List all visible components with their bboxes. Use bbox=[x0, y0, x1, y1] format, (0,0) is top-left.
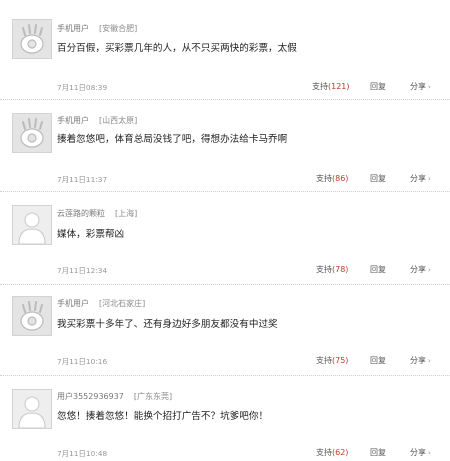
divider bbox=[0, 191, 450, 192]
chevron-right-icon: › bbox=[428, 266, 431, 274]
divider bbox=[0, 99, 450, 100]
username-link[interactable]: 手机用户 bbox=[57, 116, 89, 125]
comment-meta: 手机用户 [河北石家庄] bbox=[57, 298, 145, 309]
comment-actions: 支持(62) 回复 分享 › bbox=[0, 447, 450, 459]
reply-button[interactable]: 回复 bbox=[370, 447, 386, 458]
chevron-right-icon: › bbox=[428, 357, 431, 365]
support-count: (75) bbox=[332, 356, 349, 365]
support-button[interactable]: 支持(86) bbox=[316, 173, 348, 184]
support-label: 支持 bbox=[316, 265, 332, 274]
user-location: [安徽合肥] bbox=[99, 24, 138, 33]
support-button[interactable]: 支持(78) bbox=[316, 264, 348, 275]
flame-avatar-icon[interactable] bbox=[12, 113, 52, 153]
support-label: 支持 bbox=[316, 356, 332, 365]
share-label: 分享 bbox=[410, 174, 426, 183]
comment-text: 百分百假，买彩票几年的人，从不只买两快的彩票，太假 bbox=[57, 43, 297, 54]
share-button[interactable]: 分享 › bbox=[410, 447, 431, 458]
comment-actions: 支持(86) 回复 分享 › bbox=[0, 173, 450, 185]
share-label: 分享 bbox=[410, 356, 426, 365]
user-location: [广东东莞] bbox=[133, 392, 173, 401]
comment-meta: 云莲路的颗粒 [上海] bbox=[57, 208, 137, 219]
comment-text: 我买彩票十多年了、还有身边好多朋友都没有中过奖 bbox=[57, 319, 278, 330]
person-silhouette-icon[interactable] bbox=[12, 205, 52, 245]
comment-actions: 支持(78) 回复 分享 › bbox=[0, 264, 450, 276]
comment-meta: 用户3552936937 [广东东莞] bbox=[57, 391, 172, 402]
support-button[interactable]: 支持(121) bbox=[312, 81, 350, 92]
flame-avatar-icon[interactable] bbox=[12, 296, 52, 336]
share-button[interactable]: 分享 › bbox=[410, 355, 431, 366]
reply-button[interactable]: 回复 bbox=[370, 355, 386, 366]
comment-actions: 支持(121) 回复 分享 › bbox=[0, 81, 450, 93]
username-link[interactable]: 用户3552936937 bbox=[57, 392, 124, 401]
divider bbox=[0, 375, 450, 376]
support-count: (86) bbox=[332, 174, 349, 183]
support-count: (78) bbox=[332, 265, 349, 274]
support-label: 支持 bbox=[316, 174, 332, 183]
share-button[interactable]: 分享 › bbox=[410, 264, 431, 275]
user-location: [上海] bbox=[115, 209, 138, 218]
support-button[interactable]: 支持(75) bbox=[316, 355, 348, 366]
support-button[interactable]: 支持(62) bbox=[316, 447, 348, 458]
reply-button[interactable]: 回复 bbox=[370, 173, 386, 184]
reply-button[interactable]: 回复 bbox=[370, 264, 386, 275]
chevron-right-icon: › bbox=[428, 449, 431, 457]
comment-actions: 支持(75) 回复 分享 › bbox=[0, 355, 450, 367]
username-link[interactable]: 手机用户 bbox=[57, 299, 89, 308]
support-count: (121) bbox=[328, 82, 350, 91]
support-count: (62) bbox=[332, 448, 349, 457]
chevron-right-icon: › bbox=[428, 83, 431, 91]
username-link[interactable]: 手机用户 bbox=[57, 24, 89, 33]
comment-text: 忽悠！揍着忽悠！能换个招打广告不？坑爹吧你！ bbox=[57, 411, 269, 422]
divider bbox=[0, 284, 450, 285]
share-label: 分享 bbox=[410, 265, 426, 274]
support-label: 支持 bbox=[316, 448, 332, 457]
share-button[interactable]: 分享 › bbox=[410, 173, 431, 184]
reply-button[interactable]: 回复 bbox=[370, 81, 386, 92]
username-link[interactable]: 云莲路的颗粒 bbox=[57, 209, 105, 218]
share-label: 分享 bbox=[410, 82, 426, 91]
flame-avatar-icon[interactable] bbox=[12, 19, 52, 59]
chevron-right-icon: › bbox=[428, 175, 431, 183]
comment-meta: 手机用户 [山西太原] bbox=[57, 115, 137, 126]
user-location: [山西太原] bbox=[99, 116, 138, 125]
comment-text: 揍着忽悠吧，体育总局没钱了吧，得想办法给卡马乔啊 bbox=[57, 134, 288, 145]
user-location: [河北石家庄] bbox=[99, 299, 146, 308]
share-label: 分享 bbox=[410, 448, 426, 457]
comment-text: 媒体，彩票帮凶 bbox=[57, 229, 125, 240]
share-button[interactable]: 分享 › bbox=[410, 81, 431, 92]
support-label: 支持 bbox=[312, 82, 328, 91]
person-silhouette-icon[interactable] bbox=[12, 389, 52, 429]
comment-meta: 手机用户 [安徽合肥] bbox=[57, 23, 137, 34]
